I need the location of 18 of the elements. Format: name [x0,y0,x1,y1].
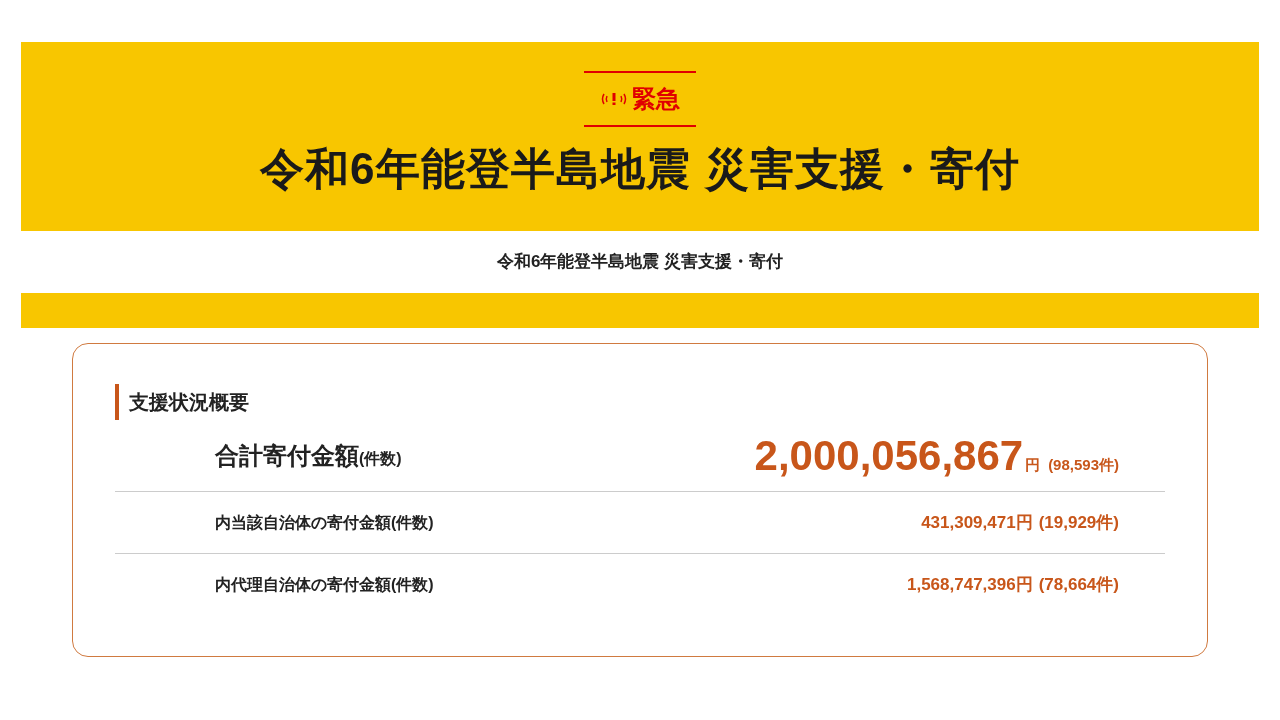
row-label: 内代理自治体の寄付金額(件数) [215,576,434,593]
section-heading: 支援状況概要 [115,384,1165,420]
row-label-note: (件数) [359,449,402,467]
currency-unit: 円 [1015,574,1033,597]
page-title: 令和6年能登半島地震 災害支援・寄付 [259,147,1021,191]
amount: 1,568,747,396 [906,574,1016,597]
row-label: 内当該自治体の寄付金額(件数) [215,513,434,531]
emergency-label: 緊急 [632,87,680,111]
amount: 431,309,471 [921,511,1016,534]
amount: 2,000,056,867 [754,434,1024,477]
currency-unit: 円 [1015,511,1033,534]
donation-count: (19,929件) [1038,511,1119,534]
currency-unit: 円 [1025,454,1041,475]
donation-count: (98,593件) [1048,454,1119,475]
donation-count: (78,664件) [1038,574,1119,597]
breadcrumb-title: 令和6年能登半島地震 災害支援・寄付 [496,251,784,274]
row-label: 合計寄付金額 [215,440,359,471]
alert-signal-icon [600,92,628,106]
